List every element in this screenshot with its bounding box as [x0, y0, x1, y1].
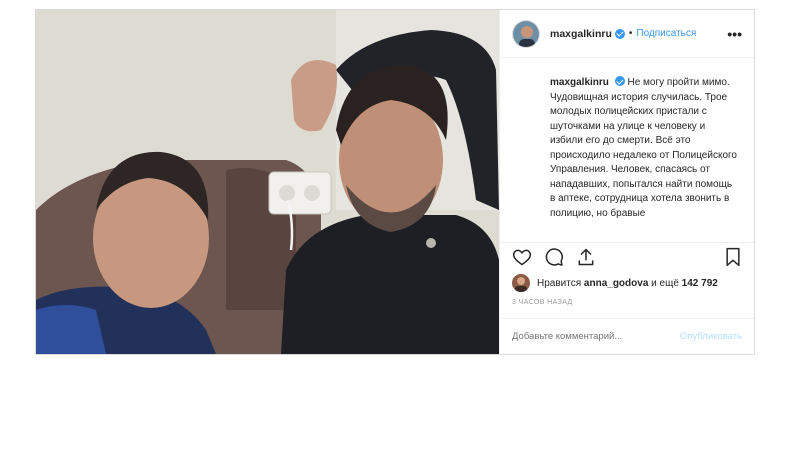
- likes-prefix: Нравится: [537, 277, 582, 289]
- liker-avatar[interactable]: [512, 274, 530, 292]
- avatar[interactable]: [512, 19, 540, 48]
- share-icon[interactable]: [576, 247, 596, 267]
- caption-area: maxgalkinru Не могу пройти мимо. Чудовищ…: [500, 58, 754, 243]
- caption: maxgalkinru Не могу пройти мимо. Чудовищ…: [512, 76, 740, 221]
- caption-username[interactable]: maxgalkinru: [550, 77, 609, 88]
- post-timestamp[interactable]: 3 часов назад: [512, 299, 573, 306]
- post-header: maxgalkinru • Подписаться •••: [500, 10, 754, 58]
- verified-badge-icon: [614, 28, 625, 39]
- action-bar: [512, 244, 742, 270]
- caption-text: Не могу пройти мимо. Чудовищная история …: [550, 77, 737, 219]
- separator-dot: •: [628, 28, 633, 39]
- likes-suffix: и ещё: [651, 277, 679, 289]
- post-photo-image: [36, 10, 499, 354]
- liker-username[interactable]: anna_godova: [584, 278, 648, 289]
- publish-button[interactable]: Опубликовать: [680, 331, 742, 342]
- likes-count[interactable]: 142 792: [682, 278, 718, 289]
- comment-icon[interactable]: [544, 247, 564, 267]
- post-card: maxgalkinru • Подписаться ••• maxgalkinr…: [35, 9, 755, 355]
- likes-row: Нравится anna_godova и ещё 142 792: [512, 274, 746, 292]
- follow-button[interactable]: Подписаться: [636, 28, 696, 39]
- heart-icon[interactable]: [512, 247, 532, 267]
- bookmark-icon[interactable]: [724, 247, 742, 267]
- post-photo[interactable]: [36, 10, 499, 354]
- comment-row: Опубликовать: [500, 318, 754, 354]
- verified-badge-icon: [614, 76, 625, 86]
- post-sidebar: maxgalkinru • Подписаться ••• maxgalkinr…: [499, 10, 754, 354]
- more-options-icon[interactable]: •••: [727, 26, 742, 42]
- header-username[interactable]: maxgalkinru: [550, 28, 612, 40]
- comment-input[interactable]: [512, 331, 680, 342]
